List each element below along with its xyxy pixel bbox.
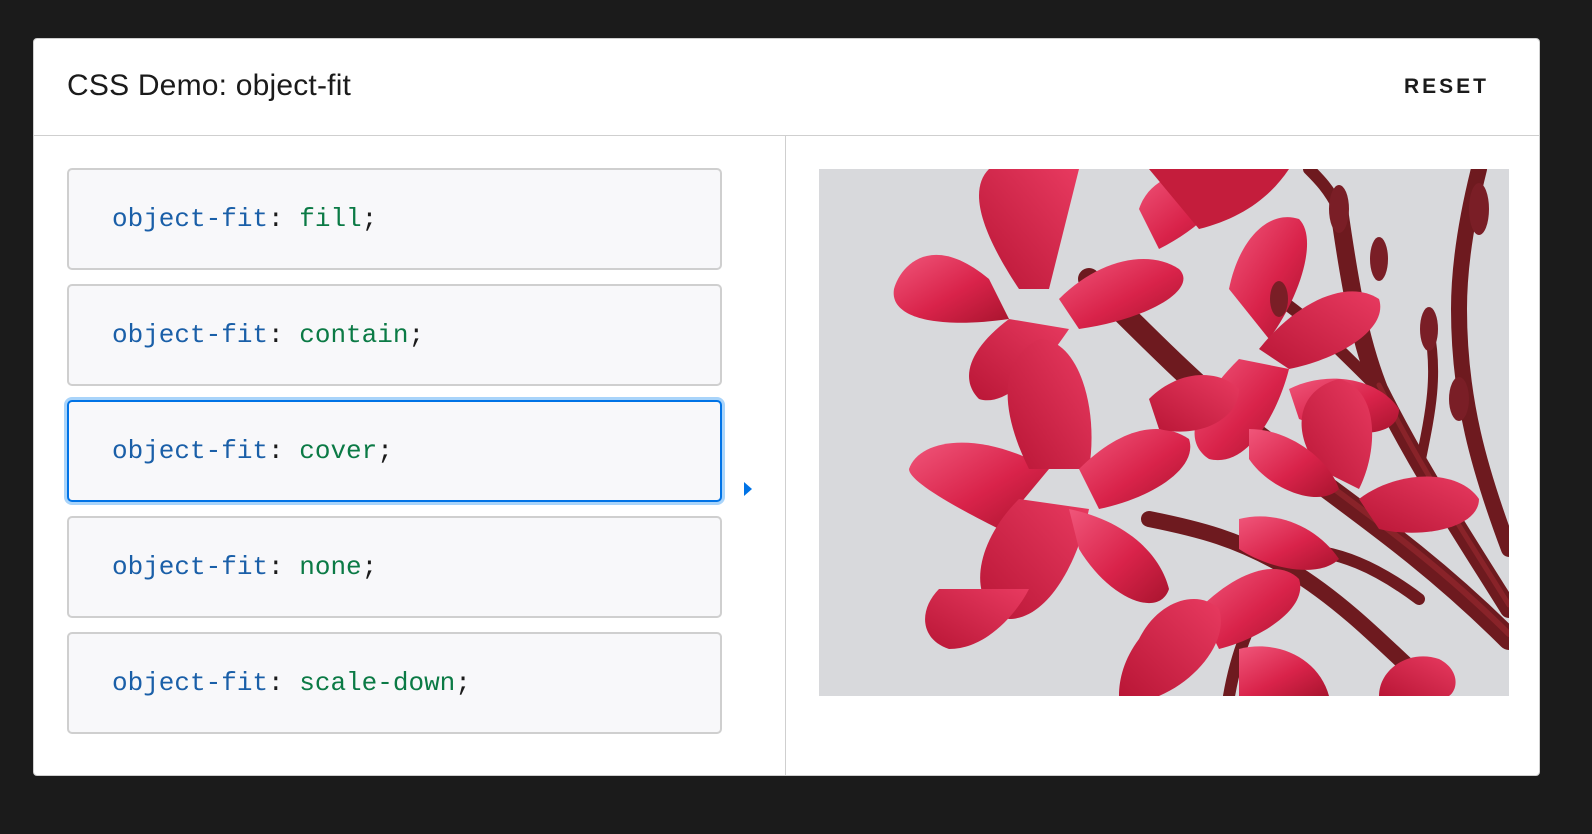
css-colon: :: [268, 552, 284, 582]
flower-photo-icon: [819, 169, 1509, 696]
demo-card: CSS Demo: object-fit RESET object-fit: f…: [33, 38, 1540, 776]
css-colon: :: [268, 436, 284, 466]
option-fill[interactable]: object-fit: fill;: [67, 168, 722, 270]
option-code: object-fit: cover;: [112, 436, 393, 466]
options-panel: object-fit: fill; object-fit: contain; o…: [34, 136, 786, 775]
option-code: object-fit: scale-down;: [112, 668, 471, 698]
option-none[interactable]: object-fit: none;: [67, 516, 722, 618]
option-code: object-fit: none;: [112, 552, 377, 582]
css-semicolon: ;: [377, 436, 393, 466]
css-value: fill: [299, 204, 362, 234]
css-semicolon: ;: [361, 552, 378, 582]
option-code: object-fit: contain;: [112, 320, 424, 350]
option-scale-down[interactable]: object-fit: scale-down;: [67, 632, 722, 734]
css-property: object-fit: [112, 668, 269, 698]
css-colon: :: [268, 668, 284, 698]
css-value: cover: [299, 436, 378, 466]
css-value: none: [299, 552, 362, 582]
css-property: object-fit: [112, 436, 269, 466]
css-semicolon: ;: [361, 204, 378, 234]
selected-arrow-icon: [744, 482, 752, 496]
css-colon: :: [268, 320, 284, 350]
demo-title: CSS Demo: object-fit: [67, 69, 352, 102]
option-code: object-fit: fill;: [112, 204, 377, 234]
css-value: scale-down: [299, 668, 456, 698]
css-value: contain: [299, 320, 409, 350]
reset-button[interactable]: RESET: [1404, 75, 1489, 99]
css-property: object-fit: [112, 204, 269, 234]
css-colon: :: [268, 204, 284, 234]
css-property: object-fit: [112, 552, 269, 582]
css-semicolon: ;: [455, 668, 471, 698]
css-property: object-fit: [112, 320, 269, 350]
css-semicolon: ;: [408, 320, 425, 350]
demo-header: CSS Demo: object-fit RESET: [34, 39, 1539, 136]
preview-image: [819, 169, 1509, 696]
option-contain[interactable]: object-fit: contain;: [67, 284, 722, 386]
option-cover[interactable]: object-fit: cover;: [67, 400, 722, 502]
